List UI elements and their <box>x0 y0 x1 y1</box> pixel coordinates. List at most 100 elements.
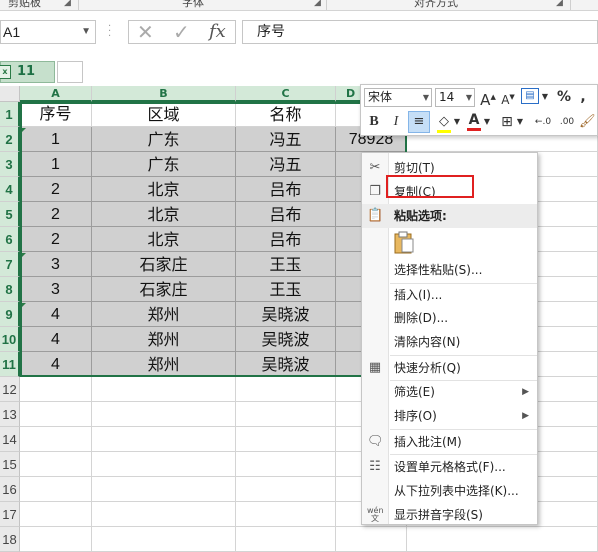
align-center-icon[interactable]: ≡ <box>408 111 430 133</box>
row-header[interactable]: 16 <box>0 477 20 502</box>
grid-cell[interactable] <box>92 477 236 502</box>
grid-cell[interactable]: 吕布 <box>236 227 336 252</box>
row-header[interactable]: 14 <box>0 427 20 452</box>
grid-cell[interactable]: 郑州 <box>92 302 236 327</box>
grid-cell[interactable] <box>236 377 336 402</box>
row-header[interactable]: 15 <box>0 452 20 477</box>
grid-cell[interactable] <box>407 527 598 552</box>
grid-cell[interactable]: 北京 <box>92 202 236 227</box>
wrap-format-icon[interactable]: ▤ <box>521 88 539 104</box>
comma-button[interactable]: , <box>575 87 591 107</box>
name-box[interactable]: A1 ▼ <box>0 20 96 44</box>
grid-cell[interactable] <box>236 452 336 477</box>
shrink-font-icon[interactable]: A▼ <box>499 87 517 110</box>
grid-cell[interactable] <box>92 377 236 402</box>
increase-decimal-button[interactable]: ←.0 <box>531 112 555 132</box>
font-name-select[interactable]: 宋体 ▼ <box>364 88 432 107</box>
grid-cell[interactable]: 3 <box>20 277 92 302</box>
menu-item-format-cells[interactable]: ☷ 设置单元格格式(F)... <box>362 455 537 479</box>
grid-cell[interactable] <box>20 502 92 527</box>
grid-cell[interactable]: 郑州 <box>92 327 236 352</box>
grow-font-icon[interactable]: A▲ <box>479 87 497 110</box>
row-header[interactable]: 12 <box>0 377 20 402</box>
grid-cell[interactable] <box>336 527 407 552</box>
row-header[interactable]: 6 <box>0 227 20 252</box>
chevron-down-icon[interactable]: ▼ <box>541 87 549 107</box>
grid-cell[interactable]: 区域 <box>92 102 236 127</box>
font-launcher-icon[interactable]: ◢ <box>314 0 321 8</box>
row-header[interactable]: 11 <box>0 352 20 377</box>
grid-cell[interactable] <box>20 477 92 502</box>
clipboard-launcher-icon[interactable]: ◢ <box>64 0 71 8</box>
fill-color-icon[interactable]: ◇ <box>435 112 453 133</box>
grid-cell[interactable]: 王玉 <box>236 252 336 277</box>
grid-cell[interactable]: 北京 <box>92 227 236 252</box>
row-header[interactable]: 1 <box>0 102 20 127</box>
grid-cell[interactable] <box>236 402 336 427</box>
grid-cell[interactable]: 序号 <box>20 102 92 127</box>
grid-cell[interactable] <box>92 502 236 527</box>
borders-icon[interactable]: ⊞ <box>498 112 516 132</box>
menu-item-copy[interactable]: ❐ 复制(C) <box>362 180 537 204</box>
italic-button[interactable]: I <box>388 112 404 132</box>
row-header[interactable]: 7 <box>0 252 20 277</box>
grid-cell[interactable]: 1 <box>20 152 92 177</box>
chevron-down-icon[interactable]: ▼ <box>423 89 429 106</box>
grid-cell[interactable]: 4 <box>20 302 92 327</box>
grid-cell[interactable]: 吴晓波 <box>236 352 336 377</box>
row-header[interactable]: 2 <box>0 127 20 152</box>
grid-cell[interactable]: 2 <box>20 227 92 252</box>
grid-cell[interactable]: 广东 <box>92 152 236 177</box>
font-color-icon[interactable]: A <box>465 110 483 131</box>
grid-cell[interactable]: 石家庄 <box>92 277 236 302</box>
grid-cell[interactable] <box>92 452 236 477</box>
grid-cell[interactable]: 王玉 <box>236 277 336 302</box>
row-header[interactable]: 10 <box>0 327 20 352</box>
grid-cell[interactable]: 2 <box>20 202 92 227</box>
grid-cell[interactable]: 冯五 <box>236 152 336 177</box>
menu-item-paste-special[interactable]: 选择性粘贴(S)... <box>362 258 537 282</box>
menu-item-delete[interactable]: 删除(D)... <box>362 306 537 330</box>
grid-cell[interactable]: 冯五 <box>236 127 336 152</box>
formula-input[interactable]: 序号 <box>242 20 598 44</box>
alignment-launcher-icon[interactable]: ◢ <box>556 0 563 8</box>
grid-cell[interactable] <box>20 377 92 402</box>
chevron-down-icon[interactable]: ▼ <box>466 89 472 106</box>
grid-cell[interactable]: 吕布 <box>236 177 336 202</box>
grid-cell[interactable]: 名称 <box>236 102 336 127</box>
menu-item-clear-contents[interactable]: 清除内容(N) <box>362 330 537 354</box>
column-header-b[interactable]: B <box>92 86 236 102</box>
grid-cell[interactable]: 石家庄 <box>92 252 236 277</box>
grid-cell[interactable]: 4 <box>20 327 92 352</box>
column-header-c[interactable]: C <box>236 86 336 102</box>
grid-cell[interactable]: 2 <box>20 177 92 202</box>
row-header[interactable]: 8 <box>0 277 20 302</box>
grid-cell[interactable] <box>92 527 236 552</box>
grid-cell[interactable] <box>92 427 236 452</box>
percent-button[interactable]: % <box>555 87 573 107</box>
menu-item-insert[interactable]: 插入(I)... <box>362 283 537 307</box>
grid-cell[interactable]: 北京 <box>92 177 236 202</box>
row-header[interactable]: 17 <box>0 502 20 527</box>
grid-cell[interactable]: 吴晓波 <box>236 302 336 327</box>
grid-cell[interactable]: 1 <box>20 127 92 152</box>
grid-cell[interactable]: 吴晓波 <box>236 327 336 352</box>
grid-cell[interactable] <box>20 452 92 477</box>
chevron-down-icon[interactable]: ▼ <box>483 112 491 132</box>
grid-cell[interactable]: 广东 <box>92 127 236 152</box>
menu-item-phonetic[interactable]: wén 文 显示拼音字段(S) <box>362 503 537 527</box>
menu-item-sort[interactable]: 排序(O) ▶ <box>362 404 537 428</box>
cancel-icon[interactable]: ✕ <box>137 21 154 43</box>
grid-cell[interactable]: 吕布 <box>236 202 336 227</box>
grid-cell[interactable] <box>236 502 336 527</box>
menu-item-cut[interactable]: ✂ 剪切(T) <box>362 156 537 180</box>
chevron-down-icon[interactable]: ▼ <box>516 112 524 132</box>
menu-item-insert-comment[interactable]: 🗨 插入批注(M) <box>362 430 537 454</box>
row-header[interactable]: 9 <box>0 302 20 327</box>
row-header[interactable]: 13 <box>0 402 20 427</box>
menu-item-filter[interactable]: 筛选(E) ▶ <box>362 380 537 404</box>
grid-cell[interactable]: 郑州 <box>92 352 236 377</box>
row-header[interactable]: 3 <box>0 152 20 177</box>
grid-cell[interactable]: 4 <box>20 352 92 377</box>
grid-cell[interactable] <box>236 477 336 502</box>
